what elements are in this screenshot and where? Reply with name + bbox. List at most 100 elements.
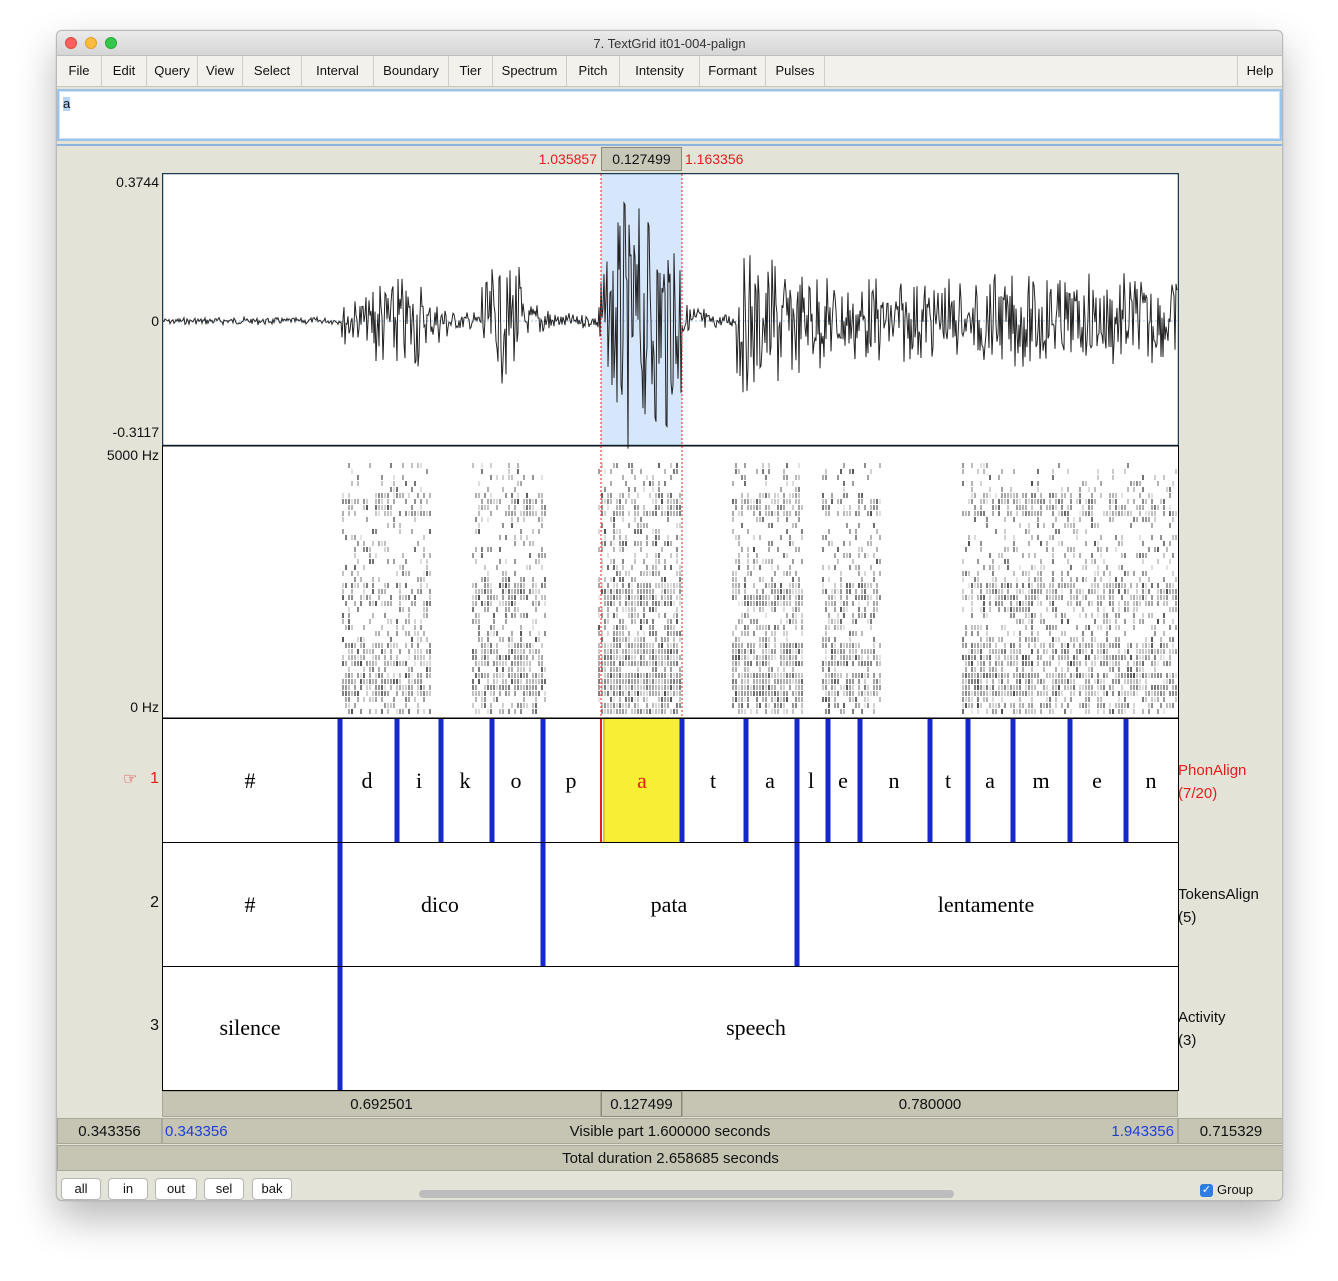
hidden-right-duration[interactable]: 0.715329 <box>1178 1118 1282 1144</box>
duration-after-selection[interactable]: 0.780000 <box>682 1091 1178 1117</box>
phon-label[interactable]: o <box>511 768 522 793</box>
spectrogram-cell <box>1094 523 1096 528</box>
phon-label[interactable]: k <box>460 768 471 793</box>
menu-view[interactable]: View <box>198 56 243 86</box>
spectrogram-cell <box>1058 637 1060 642</box>
phon-label[interactable]: l <box>808 768 814 793</box>
spectrogram-cell <box>655 655 657 660</box>
spectrogram-cell <box>1145 655 1147 660</box>
scrollbar-thumb[interactable] <box>419 1190 954 1198</box>
menu-help[interactable]: Help <box>1237 56 1282 86</box>
zoom-all-button[interactable]: all <box>61 1178 101 1200</box>
hidden-left-duration[interactable]: 0.343356 <box>57 1118 162 1144</box>
spectrogram-cell <box>420 511 422 516</box>
token-label[interactable]: pata <box>651 892 688 917</box>
duration-selection[interactable]: 0.127499 <box>601 1091 682 1117</box>
signal-editor-canvas[interactable]: # d i k o p a t a l e n t a m e n # dico… <box>162 173 1179 1091</box>
activity-label[interactable]: speech <box>726 1015 786 1040</box>
spectrogram-cell <box>375 697 377 702</box>
spectrogram-cell <box>619 667 621 672</box>
token-label[interactable]: lentamente <box>938 892 1035 917</box>
tier-2-name[interactable]: TokensAlign (5) <box>1178 883 1259 929</box>
spectrogram-cell <box>414 619 416 624</box>
phon-label[interactable]: e <box>838 768 848 793</box>
menu-formant[interactable]: Formant <box>700 56 766 86</box>
spectrogram-cell <box>1085 697 1087 702</box>
phon-label[interactable]: e <box>1092 768 1102 793</box>
selection-duration-top[interactable]: 0.127499 <box>601 147 682 171</box>
zoom-out-button[interactable]: out <box>155 1178 197 1200</box>
phon-label[interactable]: n <box>889 768 900 793</box>
spectrogram-cell <box>1007 607 1009 612</box>
tier-2-number[interactable]: 2 <box>57 894 159 912</box>
spectrogram-cell <box>1004 547 1006 552</box>
menu-tier[interactable]: Tier <box>449 56 493 86</box>
spectrogram-cell <box>661 697 663 702</box>
menu-edit[interactable]: Edit <box>102 56 147 86</box>
spectrogram-cell <box>628 607 630 612</box>
spectrogram-cell <box>750 685 752 690</box>
spectrogram-cell <box>670 565 672 570</box>
menu-spectrum[interactable]: Spectrum <box>493 56 567 86</box>
spectrogram-cell <box>622 703 624 708</box>
tier-3-number[interactable]: 3 <box>57 1017 159 1035</box>
phon-label[interactable]: m <box>1032 768 1049 793</box>
spectrogram-cell <box>622 619 624 624</box>
zoom-in-button[interactable]: in <box>108 1178 148 1200</box>
menu-intensity[interactable]: Intensity <box>620 56 700 86</box>
menu-file[interactable]: File <box>57 56 102 86</box>
tier-3-name[interactable]: Activity (3) <box>1178 1006 1226 1052</box>
spectrogram-cell <box>523 685 525 690</box>
spectrogram-cell <box>852 709 854 714</box>
group-checkbox[interactable]: ✓ <box>1200 1184 1213 1197</box>
spectrogram-cell <box>873 499 875 504</box>
phon-label[interactable]: # <box>245 768 256 793</box>
menu-select[interactable]: Select <box>243 56 302 86</box>
spectrogram-cell <box>607 655 609 660</box>
phon-label[interactable]: i <box>416 768 422 793</box>
spectrogram-cell <box>526 613 528 618</box>
token-label[interactable]: # <box>245 892 256 917</box>
spectrogram-cell <box>484 601 486 606</box>
zoom-back-button[interactable]: bak <box>252 1178 292 1200</box>
zoom-window-icon[interactable] <box>105 37 117 49</box>
menu-pulses[interactable]: Pulses <box>766 56 825 86</box>
phon-label[interactable]: a <box>985 768 995 793</box>
token-label[interactable]: dico <box>421 892 459 917</box>
spectrogram-cell <box>1124 505 1126 510</box>
phon-label[interactable]: a <box>765 768 775 793</box>
phon-label[interactable]: p <box>566 768 577 793</box>
spectrogram-cell <box>408 607 410 612</box>
spectrogram-cell <box>876 511 878 516</box>
visible-part-bar[interactable]: 0.343356 Visible part 1.600000 seconds 1… <box>162 1118 1178 1144</box>
spectrogram-cell <box>402 595 404 600</box>
spectrogram-cell <box>971 649 973 654</box>
title-bar[interactable]: 7. TextGrid it01-004-palign <box>57 31 1282 56</box>
phon-label-selected[interactable]: a <box>637 768 647 793</box>
spectrogram-cell <box>873 553 875 558</box>
total-duration-bar[interactable]: Total duration 2.658685 seconds <box>57 1145 1282 1171</box>
menu-boundary[interactable]: Boundary <box>374 56 449 86</box>
phon-label[interactable]: t <box>710 768 716 793</box>
activity-label[interactable]: silence <box>219 1015 280 1040</box>
spectrogram-cell <box>502 679 504 684</box>
spectrogram-cell <box>625 535 627 540</box>
close-window-icon[interactable] <box>65 37 77 49</box>
tier-1-name[interactable]: PhonAlign (7/20) <box>1178 759 1246 805</box>
interval-text-field[interactable]: a <box>57 89 1282 141</box>
spectrogram-cell <box>646 661 648 666</box>
phon-label[interactable]: n <box>1146 768 1157 793</box>
tier-1-number[interactable]: 1 <box>57 770 159 788</box>
minimize-window-icon[interactable] <box>85 37 97 49</box>
spectrogram-cell <box>490 601 492 606</box>
phon-label[interactable]: d <box>362 768 373 793</box>
phon-label[interactable]: t <box>945 768 951 793</box>
menu-pitch[interactable]: Pitch <box>567 56 620 86</box>
spectrogram-cell <box>747 499 749 504</box>
duration-before-selection[interactable]: 0.692501 <box>162 1091 601 1117</box>
spectrogram-cell <box>342 661 344 666</box>
menu-query[interactable]: Query <box>147 56 198 86</box>
menu-interval[interactable]: Interval <box>302 56 374 86</box>
spectrogram-cell <box>998 703 1000 708</box>
zoom-selection-button[interactable]: sel <box>204 1178 244 1200</box>
